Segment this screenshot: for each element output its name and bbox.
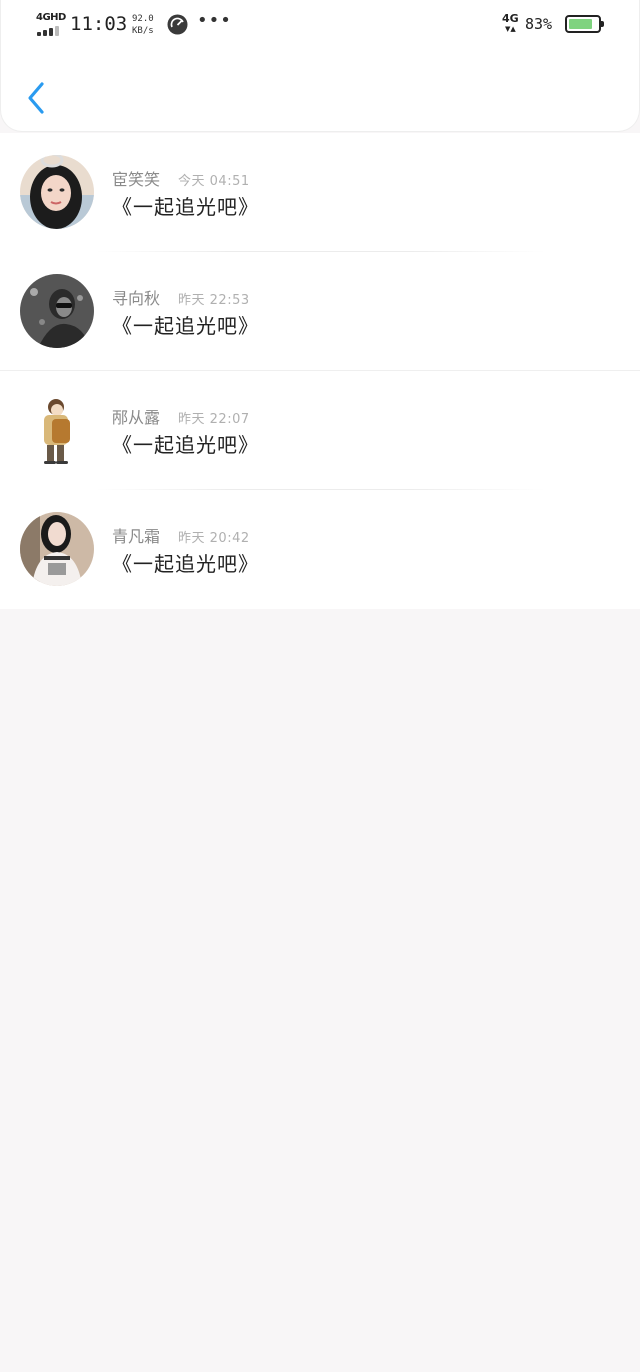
- item-meta: 邴从露 昨天 22:07: [112, 404, 250, 428]
- speed-unit: KB/s: [132, 26, 154, 36]
- avatar[interactable]: [20, 155, 94, 229]
- item-meta: 寻向秋 昨天 22:53: [112, 285, 250, 309]
- message-time: 今天 04:51: [178, 174, 250, 189]
- list-item[interactable]: 寻向秋 昨天 22:53 《一起追光吧》: [0, 252, 640, 371]
- page: 4GHD 11:03 92.0 KB/s ••• 4G ▼▲ 83% 宦笑笑 今…: [0, 0, 640, 1372]
- girl-tshirt-avatar: [20, 512, 94, 586]
- message-time: 昨天 22:07: [178, 412, 250, 427]
- cell-signal-icon: 4G ▼▲: [502, 12, 519, 33]
- back-button[interactable]: [21, 78, 51, 118]
- signal-icon: 4GHD: [36, 12, 66, 36]
- avatar[interactable]: [20, 512, 94, 586]
- woman-selfie-avatar: [20, 155, 94, 229]
- user-name: 邴从露: [112, 408, 161, 427]
- message-text: 《一起追光吧》: [112, 314, 259, 338]
- item-meta: 青凡霜 昨天 20:42: [112, 523, 250, 547]
- list-item[interactable]: 邴从露 昨天 22:07 《一起追光吧》: [0, 371, 640, 490]
- chevron-left-icon: [28, 82, 44, 114]
- network-type-label: 4GHD: [36, 12, 66, 23]
- cartoon-backpack-avatar: [20, 393, 94, 467]
- message-time: 昨天 22:53: [178, 293, 250, 308]
- message-text: 《一起追光吧》: [112, 195, 259, 219]
- status-bar: 4GHD 11:03 92.0 KB/s ••• 4G ▼▲ 83%: [1, 0, 640, 50]
- user-name: 寻向秋: [112, 289, 161, 308]
- header: 4GHD 11:03 92.0 KB/s ••• 4G ▼▲ 83%: [0, 0, 640, 132]
- status-time: 11:03: [70, 13, 128, 35]
- more-dots-icon: •••: [197, 10, 232, 31]
- message-text: 《一起追光吧》: [112, 552, 259, 576]
- user-name: 青凡霜: [112, 527, 161, 546]
- network-speed: 92.0 KB/s: [132, 13, 154, 37]
- avatar[interactable]: [20, 274, 94, 348]
- list-item[interactable]: 宦笑笑 今天 04:51 《一起追光吧》: [0, 133, 640, 252]
- message-time: 昨天 20:42: [178, 531, 250, 546]
- item-meta: 宦笑笑 今天 04:51: [112, 166, 250, 190]
- message-list: 宦笑笑 今天 04:51 《一起追光吧》 寻向秋 昨天 22:53 《一起追光吧…: [0, 133, 640, 609]
- battery-percent: 83%: [525, 15, 553, 33]
- message-text: 《一起追光吧》: [112, 433, 259, 457]
- speed-value: 92.0: [132, 14, 154, 24]
- user-name: 宦笑笑: [112, 170, 161, 189]
- list-item[interactable]: 青凡霜 昨天 20:42 《一起追光吧》: [0, 490, 640, 609]
- battery-icon: [565, 15, 604, 33]
- avatar[interactable]: [20, 393, 94, 467]
- speedometer-icon: [167, 14, 188, 35]
- bw-portrait-avatar: [20, 274, 94, 348]
